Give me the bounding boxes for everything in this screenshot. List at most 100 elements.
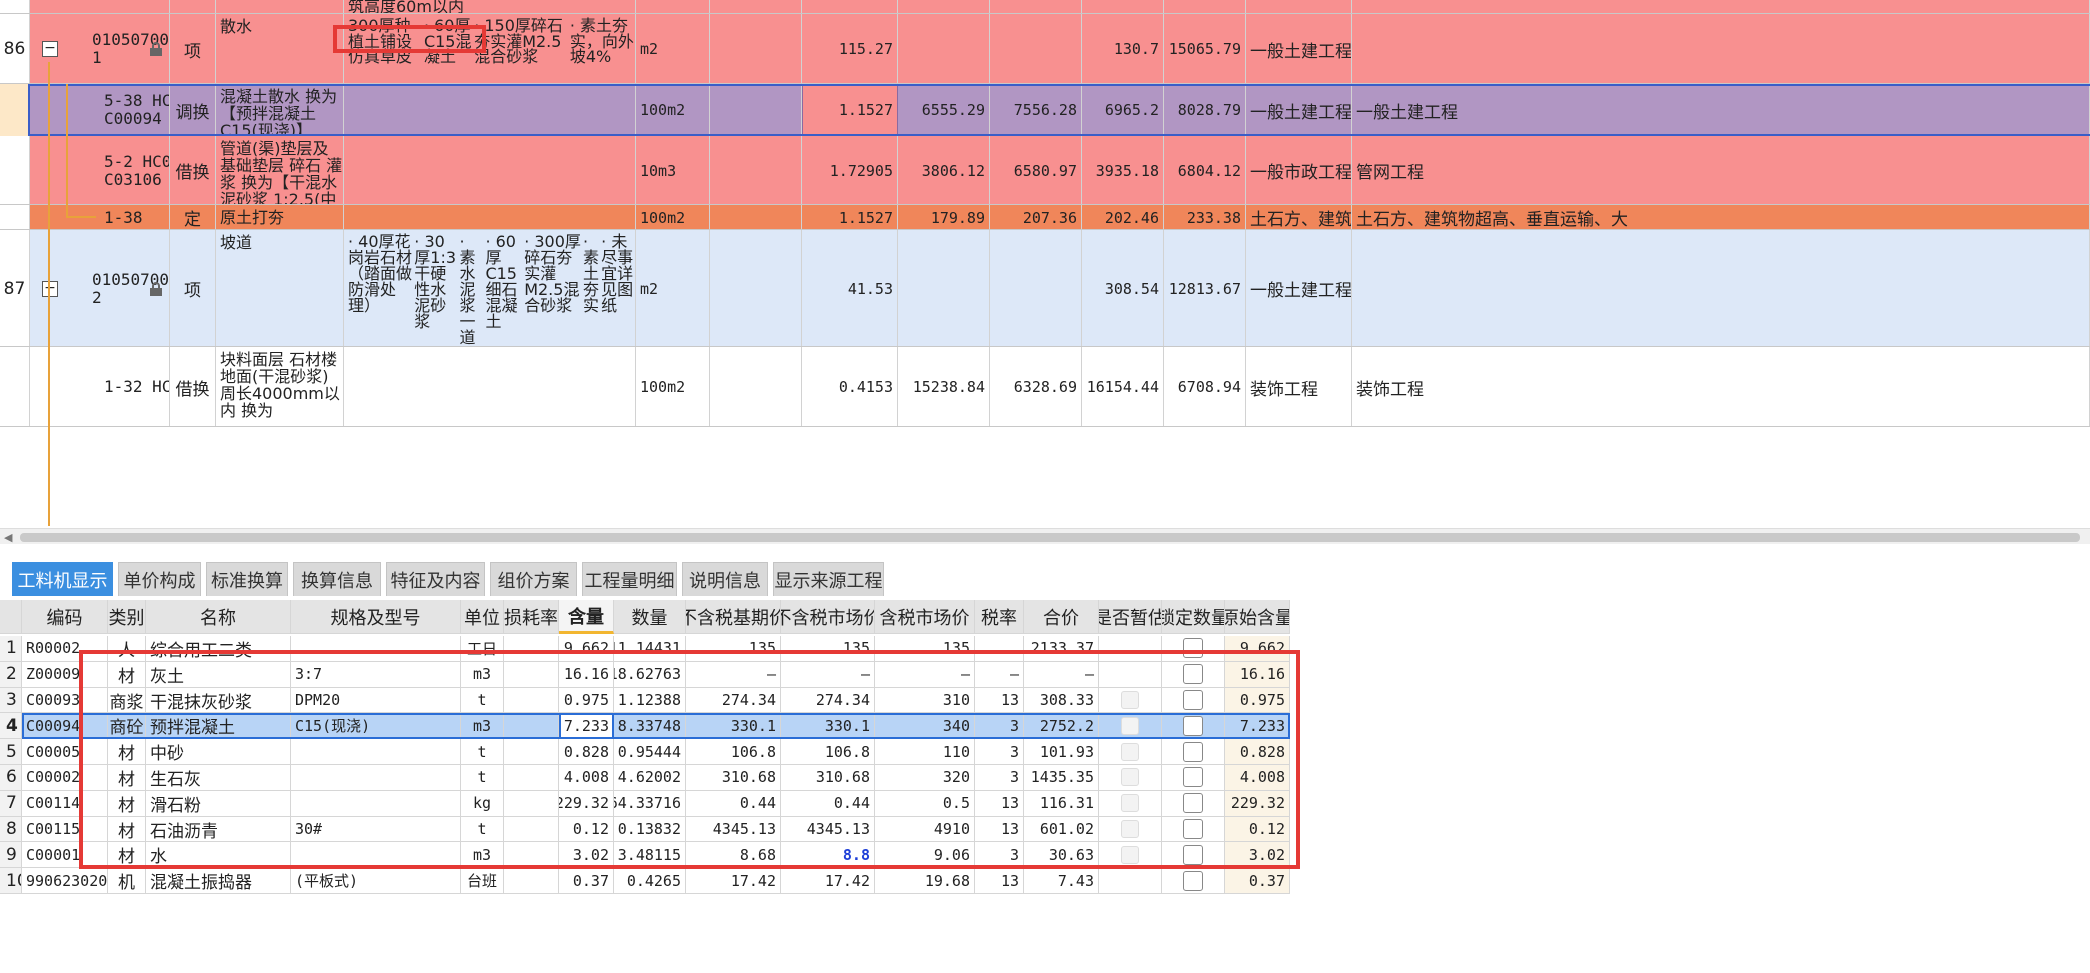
boq-cell-type: 项 — [170, 14, 216, 84]
boq-cell-type: 借换 — [170, 136, 216, 205]
text-spec: (平板式) — [295, 872, 359, 891]
header-cat[interactable]: 类别 — [108, 600, 146, 635]
cell-lock[interactable] — [1162, 868, 1225, 894]
text-base: 17.42 — [730, 871, 776, 890]
header-spec[interactable]: 规格及型号 — [291, 600, 461, 635]
header-market[interactable]: 不含税市场价 — [781, 600, 875, 635]
boq-text-name: 管道(渠)垫层及基础垫层 碎石 灌浆 换为【干混水泥砂浆 1:2.5(中砂)】 — [220, 139, 343, 205]
text-n: 3 — [6, 689, 17, 710]
cell-n: 5 — [0, 739, 22, 765]
lock-qty-checkbox[interactable] — [1183, 870, 1203, 891]
boq-cell-blank1 — [710, 136, 802, 205]
boq-cell-unit: 100m2 — [636, 205, 710, 230]
text-cat: 机 — [118, 873, 135, 894]
boq-cell-feature: · 40厚花岗岩石材（踏面做防滑处理） · 30厚1:3干硬性水泥砂浆 · 素水泥浆… — [344, 230, 636, 347]
boq-cell-feature — [344, 347, 636, 427]
boq-cell-p2: 6580.97 — [990, 136, 1082, 205]
boq-text-prof: 一般土建工程 — [1250, 41, 1352, 62]
boq-text-name: 原土打夯 — [220, 208, 285, 227]
tab-1[interactable]: 单价构成 — [118, 562, 201, 596]
boq-text-name: 块料面层 石材楼地面(干混砂浆) 周长4000mm以内 换为 — [220, 350, 340, 420]
boq-text-qty: 1.72905 — [829, 161, 893, 180]
resource-row[interactable]: 10 990623020 机混凝土振捣器 (平板式) 台班 0.37 0.4265 17.42… — [0, 868, 1722, 894]
header-orig[interactable]: 原始含量 — [1225, 600, 1290, 635]
text-n: 10 — [6, 870, 21, 891]
tab-3[interactable]: 换算信息 — [293, 562, 381, 596]
boq-text-qty: 115.27 — [838, 40, 893, 58]
row-divider — [0, 426, 2090, 427]
cell-content[interactable]: 0.37 — [559, 868, 614, 894]
boq-cell-prof: 一般土建工程 — [1246, 14, 1352, 84]
boq-cell-name: 管道(渠)垫层及基础垫层 碎石 灌浆 换为【干混水泥砂浆 1:2.5(中砂)】 — [216, 136, 344, 205]
feature-line: · 素土夯实，向外坡4% — [569, 16, 634, 66]
text-n: 9 — [6, 844, 17, 865]
scroll-left-icon[interactable]: ◀ — [4, 531, 12, 544]
feature-line: · 60厚C15细石混凝土 — [485, 232, 518, 331]
feature-line: · 40厚花岗岩石材（踏面做防滑处理） — [348, 232, 413, 315]
boq-row[interactable]: 1-32 HC03124 借换块料面层 石材楼地面(干混砂浆) 周长4000mm以… — [0, 347, 2090, 427]
boq-row[interactable]: 8601050700100 1项散水300厚种植土铺设仿真草皮· 60厚C15混… — [0, 14, 2090, 84]
boq-cell-p3: 202.46 — [1082, 205, 1164, 230]
boq-cell-name: 块料面层 石材楼地面(干混砂浆) 周长4000mm以内 换为 — [216, 347, 344, 427]
text-rate: 13 — [1000, 871, 1019, 890]
tab-4[interactable]: 特征及内容 — [386, 562, 485, 596]
header-name[interactable]: 名称 — [146, 600, 291, 635]
boq-cell-p4: 12813.67 — [1164, 230, 1246, 347]
tree-guide — [48, 306, 50, 526]
tab-7[interactable]: 说明信息 — [682, 562, 768, 596]
feature-line: 筑高度60m以内 — [348, 0, 464, 14]
header-lock[interactable]: 锁定数量 — [1162, 600, 1225, 635]
header-loss[interactable]: 损耗率 — [504, 600, 559, 635]
header-code[interactable]: 编码 — [22, 600, 108, 635]
boq-cell-p4: 6804.12 — [1164, 136, 1246, 205]
header-total[interactable]: 合价 — [1024, 600, 1099, 635]
boq-cell-p3: 130.7 — [1082, 14, 1164, 84]
boq-row[interactable]: 筑高度60m以内 — [0, 0, 2090, 14]
boq-cell-qty: 41.53 — [802, 230, 898, 347]
collapse-toggle[interactable]: − — [42, 280, 58, 297]
tab-6[interactable]: 工程量明细 — [582, 562, 677, 596]
boq-text-p4: 15065.79 — [1168, 40, 1241, 58]
boq-text-prof: 一般市政工程 — [1250, 163, 1352, 183]
scroll-thumb[interactable] — [20, 533, 2080, 542]
header-n[interactable] — [0, 600, 22, 635]
resource-grid: 编码类别名称规格及型号单位损耗率含量数量不含税基期价不含税市场价含税市场价税率合… — [0, 600, 2090, 973]
header-unit[interactable]: 单位 — [461, 600, 504, 635]
feature-line: · 素土夯实 — [582, 232, 599, 315]
boq-cell-blank1 — [710, 0, 802, 14]
boq-text-prof: 装饰工程 — [1250, 379, 1318, 400]
boq-cell-blank1 — [710, 230, 802, 347]
cell-n: 1 — [0, 636, 22, 662]
boq-text-p3: 16154.44 — [1086, 378, 1159, 396]
header-tax_market[interactable]: 含税市场价 — [875, 600, 975, 635]
boq-cell-prof2 — [1352, 14, 2090, 84]
boq-row[interactable]: 5-2 HC00070@1 C03106 借换管道(渠)垫层及基础垫层 碎石 灌浆… — [0, 136, 2090, 205]
boq-text-p1: 179.89 — [930, 208, 985, 227]
boq-cell-prof2: 装饰工程 — [1352, 347, 2090, 427]
cell-tax_market: 19.68 — [875, 868, 975, 894]
tab-2[interactable]: 标准换算 — [206, 562, 288, 596]
boq-cell-p4 — [1164, 0, 1246, 14]
text-unit: 台班 — [466, 872, 497, 891]
boq-cell-code: 1-38 — [30, 205, 170, 230]
text-code: C00005 — [26, 742, 81, 761]
cell-code: 990623020 — [22, 868, 108, 894]
header-qty[interactable]: 数量 — [614, 600, 686, 635]
boq-row[interactable]: 8701050700100 2项坡道· 40厚花岗岩石材（踏面做防滑处理）· 3… — [0, 230, 2090, 347]
boq-row[interactable]: 5-38 HC00059 C00094调换混凝土散水 换为【预拌混凝土 C15(… — [0, 84, 2090, 136]
header-base[interactable]: 不含税基期价 — [686, 600, 781, 635]
tab-0[interactable]: 工料机显示 — [12, 562, 113, 596]
header-rate[interactable]: 税率 — [975, 600, 1024, 635]
collapse-toggle[interactable]: − — [42, 41, 58, 57]
boq-text-type: 借换 — [175, 163, 210, 183]
boq-row[interactable]: 1-38 定原土打夯 100m2 1.1527 179.89 207.36 202.46 23… — [0, 205, 2090, 230]
horizontal-scrollbar[interactable]: ◀ — [0, 528, 2090, 544]
cell-est[interactable] — [1099, 868, 1162, 894]
tab-8[interactable]: 显示来源工程 — [773, 562, 884, 596]
text-content: 0.37 — [572, 871, 609, 890]
boq-cell-p2: 207.36 — [990, 205, 1082, 230]
cell-spec: (平板式) — [291, 868, 461, 894]
tab-5[interactable]: 组价方案 — [490, 562, 577, 596]
header-content[interactable]: 含量 — [559, 600, 614, 635]
header-est[interactable]: 是否暂估 — [1099, 600, 1162, 635]
